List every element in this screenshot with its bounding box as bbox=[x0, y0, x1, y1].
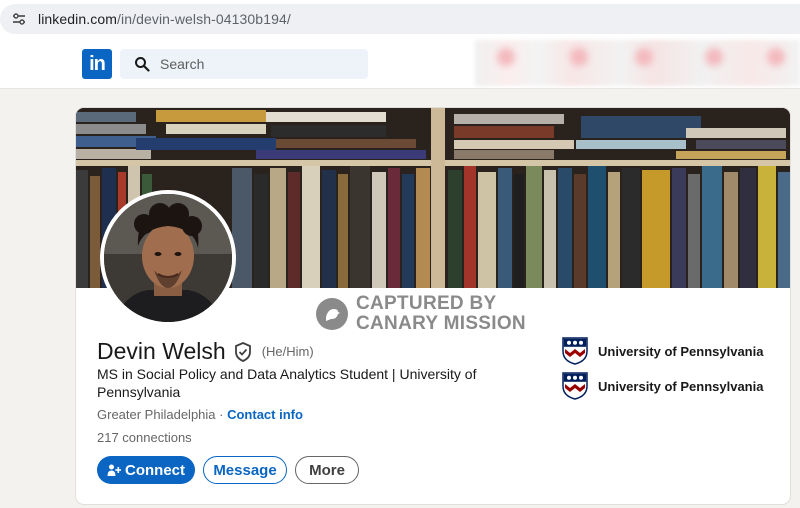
penn-shield-icon bbox=[562, 337, 588, 365]
connections-count[interactable]: 217 connections bbox=[97, 430, 192, 445]
verified-shield-icon[interactable] bbox=[234, 341, 252, 362]
more-button[interactable]: More bbox=[295, 456, 359, 484]
url-text: linkedin.com/in/devin-welsh-04130b194/ bbox=[38, 11, 291, 27]
search-icon bbox=[135, 57, 150, 72]
profile-actions: Connect Message More bbox=[97, 456, 359, 484]
site-settings-icon[interactable] bbox=[10, 10, 28, 28]
blurred-nav-icons bbox=[475, 40, 800, 86]
education-item[interactable]: University of Pennsylvania bbox=[562, 372, 763, 400]
canary-mission-watermark: CAPTURED BY CANARY MISSION bbox=[316, 294, 526, 334]
pronouns: (He/Him) bbox=[261, 344, 314, 359]
penn-shield-icon bbox=[562, 372, 588, 400]
message-button[interactable]: Message bbox=[203, 456, 287, 484]
education-name: University of Pennsylvania bbox=[598, 378, 764, 394]
canary-bird-icon bbox=[316, 298, 348, 330]
education-name: University of Pennsylvania bbox=[598, 343, 764, 359]
linkedin-nav-bar: in Search bbox=[0, 38, 800, 89]
contact-info-link[interactable]: Contact info bbox=[227, 407, 303, 422]
watermark-line1: CAPTURED BY bbox=[356, 293, 497, 314]
profile-photo[interactable] bbox=[100, 190, 236, 326]
profile-headline: MS in Social Policy and Data Analytics S… bbox=[97, 366, 477, 400]
url-field[interactable]: linkedin.com/in/devin-welsh-04130b194/ bbox=[0, 4, 800, 34]
education-item[interactable]: University of Pennsylvania bbox=[562, 337, 763, 365]
linkedin-logo[interactable]: in bbox=[82, 49, 112, 79]
search-input[interactable]: Search bbox=[120, 49, 368, 79]
location: Greater Philadelphia bbox=[97, 407, 216, 422]
location-row: Greater Philadelphia · Contact info bbox=[97, 407, 303, 422]
connect-button[interactable]: Connect bbox=[97, 456, 195, 484]
search-placeholder: Search bbox=[160, 56, 205, 72]
add-person-icon bbox=[107, 464, 121, 476]
profile-card: CAPTURED BY CANARY MISSION Devin Welsh (… bbox=[76, 108, 790, 504]
browser-address-bar: linkedin.com/in/devin-welsh-04130b194/ bbox=[0, 0, 800, 38]
profile-name: Devin Welsh bbox=[97, 338, 226, 364]
watermark-line2: CANARY MISSION bbox=[356, 313, 526, 334]
